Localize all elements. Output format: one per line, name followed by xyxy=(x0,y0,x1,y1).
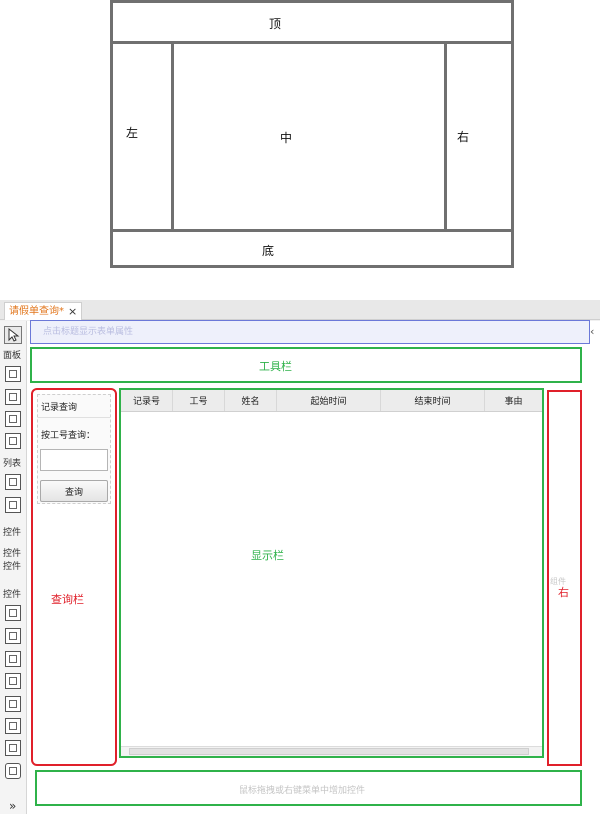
diagram-right-region: 右 xyxy=(444,41,514,232)
tab-title: 请假单查询* xyxy=(9,306,64,317)
palette-group-control-4: 控件 xyxy=(3,590,22,600)
tab-panel-icon[interactable] xyxy=(5,389,21,405)
column-start-time[interactable]: 起始时间 xyxy=(277,390,381,411)
form-panel-icon[interactable] xyxy=(5,433,21,449)
control-palette: 面板 列表 控件 控件 控件 控件 » xyxy=(0,321,27,814)
diagram-left-label: 左 xyxy=(126,126,139,140)
bottom-region[interactable]: 鼠标拖拽或右键菜单中增加控件 xyxy=(35,770,582,806)
column-end-time[interactable]: 结束时间 xyxy=(381,390,485,411)
column-name[interactable]: 姓名 xyxy=(225,390,277,411)
column-employee-no[interactable]: 工号 xyxy=(173,390,225,411)
diagram-bottom-region: 底 xyxy=(110,229,514,268)
tab-leave-query[interactable]: 请假单查询* × xyxy=(4,302,83,320)
diagram-bottom-label: 底 xyxy=(262,244,275,258)
textbox-icon[interactable] xyxy=(5,605,21,621)
column-record-no[interactable]: 记录号 xyxy=(121,390,173,411)
bottom-region-hint: 鼠标拖拽或右键菜单中增加控件 xyxy=(239,786,366,796)
toolbar-region-label: 工具栏 xyxy=(259,360,292,373)
diagram-top-label: 顶 xyxy=(269,17,282,31)
palette-group-control-1: 控件 xyxy=(3,528,22,538)
list-form-icon[interactable] xyxy=(5,497,21,513)
form-property-bar[interactable]: 点击标题显示表单属性 xyxy=(30,320,590,344)
palette-group-control-3: 控件 xyxy=(3,562,22,572)
toolbar-region[interactable]: 工具栏 xyxy=(30,347,582,383)
column-reason[interactable]: 事由 xyxy=(485,390,542,411)
layout-diagram: 顶 左 中 右 底 xyxy=(110,0,514,268)
number-field-icon[interactable] xyxy=(5,673,21,689)
grid-panel-icon[interactable] xyxy=(5,411,21,427)
diagram-left-region: 左 xyxy=(110,41,174,232)
display-region-label: 显示栏 xyxy=(251,549,284,562)
query-panel-title: 记录查询 xyxy=(41,403,78,413)
pointer-icon[interactable] xyxy=(4,326,22,344)
diagram-top-region: 顶 xyxy=(110,0,514,44)
diagram-center-region: 中 xyxy=(171,41,447,232)
query-region-label: 查询栏 xyxy=(51,593,84,606)
close-icon[interactable]: × xyxy=(68,303,77,320)
display-region[interactable]: 记录号 工号 姓名 起始时间 结束时间 事由 显示栏 xyxy=(119,388,544,758)
palette-group-control-2: 控件 xyxy=(3,549,22,559)
horizontal-scrollbar[interactable] xyxy=(121,746,542,756)
palette-group-panel: 面板 xyxy=(3,351,22,361)
more-icon[interactable]: » xyxy=(9,799,16,813)
diagram-center-label: 中 xyxy=(280,131,293,145)
textarea-icon[interactable] xyxy=(5,628,21,644)
grid-header: 记录号 工号 姓名 起始时间 结束时间 事由 xyxy=(121,390,542,412)
collapse-handle-icon[interactable]: ‹ xyxy=(590,325,600,339)
palette-group-list: 列表 xyxy=(3,459,22,469)
checkbox-icon[interactable] xyxy=(5,718,21,734)
employee-no-label: 按工号查询： xyxy=(41,431,96,441)
combobox-icon[interactable] xyxy=(5,696,21,712)
query-region[interactable]: 记录查询 按工号查询： 查询 查询栏 xyxy=(31,388,117,766)
table-layout-icon[interactable] xyxy=(5,366,21,382)
right-region[interactable]: 组件 右 xyxy=(547,390,582,766)
right-region-label: 右 xyxy=(558,586,569,599)
employee-no-input[interactable] xyxy=(40,449,108,471)
query-button[interactable]: 查询 xyxy=(40,480,108,502)
query-panel: 记录查询 按工号查询： 查询 xyxy=(37,394,111,504)
button-control-icon[interactable] xyxy=(5,763,21,779)
date-field-icon[interactable] xyxy=(5,740,21,756)
tab-bar: 请假单查询* × xyxy=(0,300,600,320)
diagram-right-label: 右 xyxy=(457,130,470,144)
list-grid-icon[interactable] xyxy=(5,474,21,490)
label-icon[interactable] xyxy=(5,651,21,667)
query-divider xyxy=(38,417,110,418)
scrollbar-thumb[interactable] xyxy=(129,748,529,755)
form-designer: 请假单查询* × 面板 列表 控件 控件 控件 控件 » 点击标题显示表单属性 xyxy=(0,300,600,814)
